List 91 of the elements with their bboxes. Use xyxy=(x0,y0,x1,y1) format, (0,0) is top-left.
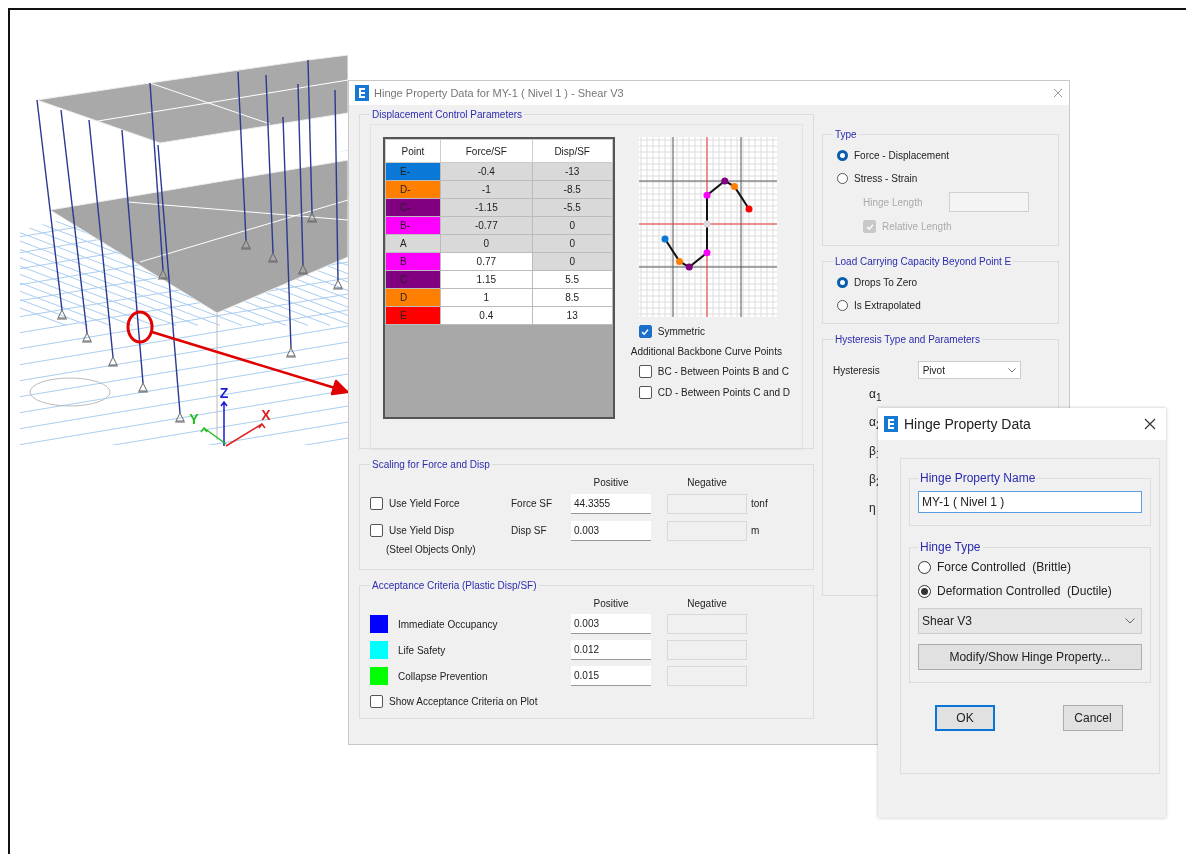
axis-label: X xyxy=(261,407,271,423)
dialog-button[interactable]: OK xyxy=(935,705,995,731)
window-title: Hinge Property Data for MY-1 ( Nivel 1 ) - Shear V3 xyxy=(374,87,624,99)
axis-label: Z xyxy=(219,385,229,401)
curve-point xyxy=(661,235,669,243)
column-header: Disp/SF xyxy=(532,139,613,163)
app-logo-icon xyxy=(355,85,369,101)
checkbox[interactable] xyxy=(370,497,383,510)
curve-point xyxy=(685,263,693,271)
group-title: Load Carrying Capacity Beyond Point E xyxy=(834,256,1013,267)
column-header: Negative xyxy=(686,476,728,488)
checkbox[interactable] xyxy=(638,365,652,378)
column-header: Positive xyxy=(592,597,630,609)
dropdown[interactable]: Shear V3 xyxy=(918,608,1142,634)
curve-point xyxy=(675,257,683,265)
curve-point xyxy=(703,191,711,199)
curve-point xyxy=(730,183,738,191)
app-logo-icon xyxy=(884,416,898,432)
group-title: Displacement Control Parameters xyxy=(371,109,524,120)
field-label: Disp SF xyxy=(511,525,548,536)
chevron-down-icon xyxy=(1007,367,1016,373)
column-header: Negative xyxy=(686,597,728,609)
section-label: Additional Backbone Curve Points xyxy=(630,346,783,357)
input-field[interactable] xyxy=(667,493,747,514)
radio-option[interactable]: Force - Displacement xyxy=(837,150,1044,161)
dropdown[interactable]: Pivot xyxy=(917,361,1021,379)
checkbox[interactable] xyxy=(370,524,383,537)
modify-button[interactable]: Modify/Show Hinge Property... xyxy=(918,644,1142,670)
chevron-down-icon xyxy=(1125,618,1135,624)
radio-option[interactable]: Drops To Zero xyxy=(837,277,1044,288)
field-label: Hysteresis xyxy=(833,364,880,376)
radio-option[interactable]: Deformation Controlled (Ductile) xyxy=(918,584,1142,598)
check-icon xyxy=(640,326,651,337)
parameter-label: α$_{1}$ xyxy=(869,387,882,406)
checkbox-option[interactable]: BC - Between Points B and C xyxy=(638,365,790,378)
window-title: Hinge Property Data xyxy=(904,416,1031,432)
checkbox[interactable] xyxy=(638,325,652,338)
axis-label: Y xyxy=(189,411,199,427)
unit-label: m xyxy=(751,525,761,536)
curve-point xyxy=(703,249,711,257)
input-field[interactable]: 0.003 xyxy=(571,614,651,634)
radio-button[interactable] xyxy=(837,150,848,161)
criterion-label: Collapse Prevention xyxy=(398,670,489,682)
input-field[interactable]: 0.012 xyxy=(571,640,651,660)
dialog-button[interactable]: Cancel xyxy=(1063,705,1123,731)
column-header: Positive xyxy=(592,476,630,488)
group-title: Scaling for Force and Disp xyxy=(371,459,491,470)
input-field[interactable] xyxy=(667,520,747,541)
input-field[interactable]: 0.003 xyxy=(571,520,651,541)
radio-button[interactable] xyxy=(837,277,848,288)
criterion-label: Immediate Occupancy xyxy=(398,618,499,630)
field-label: Hinge Length xyxy=(863,196,923,208)
input-field[interactable]: MY-1 ( Nivel 1 ) xyxy=(918,491,1142,513)
checkbox[interactable] xyxy=(370,695,383,708)
field-label: Force SF xyxy=(511,498,554,509)
column-header: Force/SF xyxy=(440,139,533,163)
input-field[interactable] xyxy=(667,614,747,634)
checkbox-option[interactable]: Show Acceptance Criteria on Plot xyxy=(370,695,803,708)
unit-label: tonf xyxy=(751,498,769,509)
radio-option[interactable]: Force Controlled (Brittle) xyxy=(918,560,1142,574)
checkbox-option[interactable]: Use Yield Disp xyxy=(370,524,511,537)
checkbox-option[interactable]: CD - Between Points C and D xyxy=(638,386,790,399)
radio-button[interactable] xyxy=(918,584,931,598)
curve-point xyxy=(721,177,728,185)
curve-point xyxy=(745,205,753,213)
group-title: Acceptance Criteria (Plastic Disp/SF) xyxy=(371,580,538,591)
close-icon[interactable] xyxy=(1144,418,1156,430)
group-title: Hinge Property Name xyxy=(919,471,1037,485)
checkbox[interactable] xyxy=(638,386,652,399)
group-title: Hysteresis Type and Parameters xyxy=(834,334,981,345)
parameter-label: η xyxy=(869,500,876,515)
input-field[interactable] xyxy=(667,640,747,660)
checkbox-option[interactable]: Symmetric xyxy=(638,325,790,338)
radio-option[interactable]: Is Extrapolated xyxy=(837,300,1044,311)
checkbox-option[interactable]: Use Yield Force xyxy=(370,497,511,510)
input-field[interactable]: 0.015 xyxy=(571,666,651,686)
radio-option[interactable]: Stress - Strain xyxy=(837,173,1044,184)
curve-point xyxy=(703,220,711,228)
radio-button[interactable] xyxy=(837,173,848,184)
highlight-circle xyxy=(126,310,154,344)
input-field[interactable] xyxy=(667,666,747,686)
radio-button[interactable] xyxy=(837,300,848,311)
column-header: Point xyxy=(385,139,441,163)
check-icon xyxy=(864,221,875,232)
criterion-label: Life Safety xyxy=(398,644,447,656)
note-text: (Steel Objects Only) xyxy=(385,544,477,556)
input-field[interactable] xyxy=(948,192,1029,212)
group-title: Hinge Type xyxy=(919,540,982,554)
radio-button[interactable] xyxy=(918,560,931,574)
group-title: Type xyxy=(834,129,858,140)
input-field[interactable]: 44.3355 xyxy=(571,493,651,514)
